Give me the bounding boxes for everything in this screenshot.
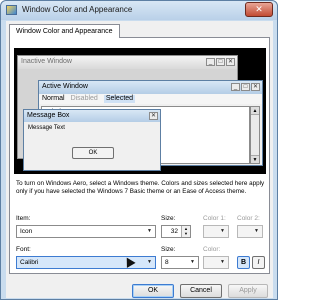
appearance-preview[interactable]: Inactive Window _ □ ✕ Active Window _ □ …: [14, 48, 266, 174]
tab-window-color[interactable]: Window Color and Appearance: [9, 24, 120, 38]
item-label: Item:: [16, 215, 31, 222]
title-bar[interactable]: Window Color and Appearance ✕: [1, 1, 277, 20]
item-size-label: Size:: [161, 215, 176, 222]
font-size-label: Size:: [161, 246, 176, 253]
item-size-value: 32: [170, 228, 178, 235]
message-ok-button[interactable]: OK: [72, 147, 114, 159]
close-button[interactable]: ✕: [245, 2, 273, 17]
color1-label: Color 1:: [203, 215, 226, 222]
inactive-window-buttons: _ □ ✕: [206, 58, 235, 66]
color1-picker[interactable]: ▼: [203, 225, 229, 238]
font-size-select[interactable]: 8 ▼: [161, 256, 199, 269]
maximize-icon: □: [241, 83, 250, 91]
window-color-dialog: Window Color and Appearance ✕ Window Col…: [0, 0, 278, 300]
menu-selected[interactable]: Selected: [103, 95, 136, 103]
item-select[interactable]: Icon ▼: [16, 225, 156, 238]
chevron-down-icon: ▼: [254, 228, 259, 234]
font-color-label: Color:: [203, 246, 221, 253]
close-icon: ✕: [251, 83, 260, 91]
chevron-down-icon: ▼: [147, 259, 152, 265]
inactive-window-title: Inactive Window: [18, 56, 237, 69]
tab-panel: Inactive Window _ □ ✕ Active Window _ □ …: [9, 37, 270, 274]
font-value: Calibri: [20, 259, 39, 266]
font-size-value: 8: [165, 259, 169, 266]
item-value: Icon: [20, 228, 33, 235]
chevron-down-icon: ▼: [220, 228, 225, 234]
chevron-down-icon: ▼: [251, 155, 259, 163]
italic-toggle[interactable]: I: [252, 256, 265, 269]
color2-label: Color 2:: [237, 215, 260, 222]
chevron-down-icon: ▼: [190, 259, 195, 265]
bold-toggle[interactable]: B: [237, 256, 250, 269]
message-box-preview[interactable]: Message Box ✕ Message Text OK: [23, 109, 161, 171]
active-window-buttons: _ □ ✕: [231, 83, 260, 91]
menu-normal[interactable]: Normal: [42, 95, 65, 103]
dialog-client: Window Color and Appearance Inactive Win…: [6, 21, 273, 298]
app-icon: [6, 5, 17, 15]
item-size-stepper[interactable]: 32 ▲ ▼: [161, 225, 191, 238]
chevron-up-icon: ▲: [251, 107, 259, 115]
message-text: Message Text: [28, 125, 65, 131]
message-box-buttons: ✕: [149, 112, 158, 120]
preview-scrollbar[interactable]: ▲ ▼: [250, 106, 260, 164]
spin-icon[interactable]: ▲ ▼: [181, 226, 190, 237]
preview-menu-bar: Normal Disabled Selected: [39, 94, 262, 104]
color2-picker[interactable]: ▼: [237, 225, 263, 238]
close-icon: ✕: [149, 112, 158, 120]
message-box-title: Message Box: [24, 110, 160, 122]
window-title: Window Color and Appearance: [22, 5, 133, 14]
minimize-icon: _: [231, 83, 240, 91]
active-window-title: Active Window: [39, 81, 262, 94]
apply-button[interactable]: Apply: [228, 284, 268, 298]
maximize-icon: □: [216, 58, 225, 66]
menu-disabled[interactable]: Disabled: [71, 95, 98, 103]
font-color-picker[interactable]: ▼: [203, 256, 229, 269]
chevron-down-icon: ▼: [220, 259, 225, 265]
cancel-button[interactable]: Cancel: [180, 284, 222, 298]
font-label: Font:: [16, 246, 31, 253]
close-icon: ✕: [226, 58, 235, 66]
minimize-icon: _: [206, 58, 215, 66]
aero-info-text: To turn on Windows Aero, select a Window…: [16, 180, 265, 195]
chevron-down-icon: ▼: [147, 228, 152, 234]
ok-button[interactable]: OK: [132, 284, 174, 298]
